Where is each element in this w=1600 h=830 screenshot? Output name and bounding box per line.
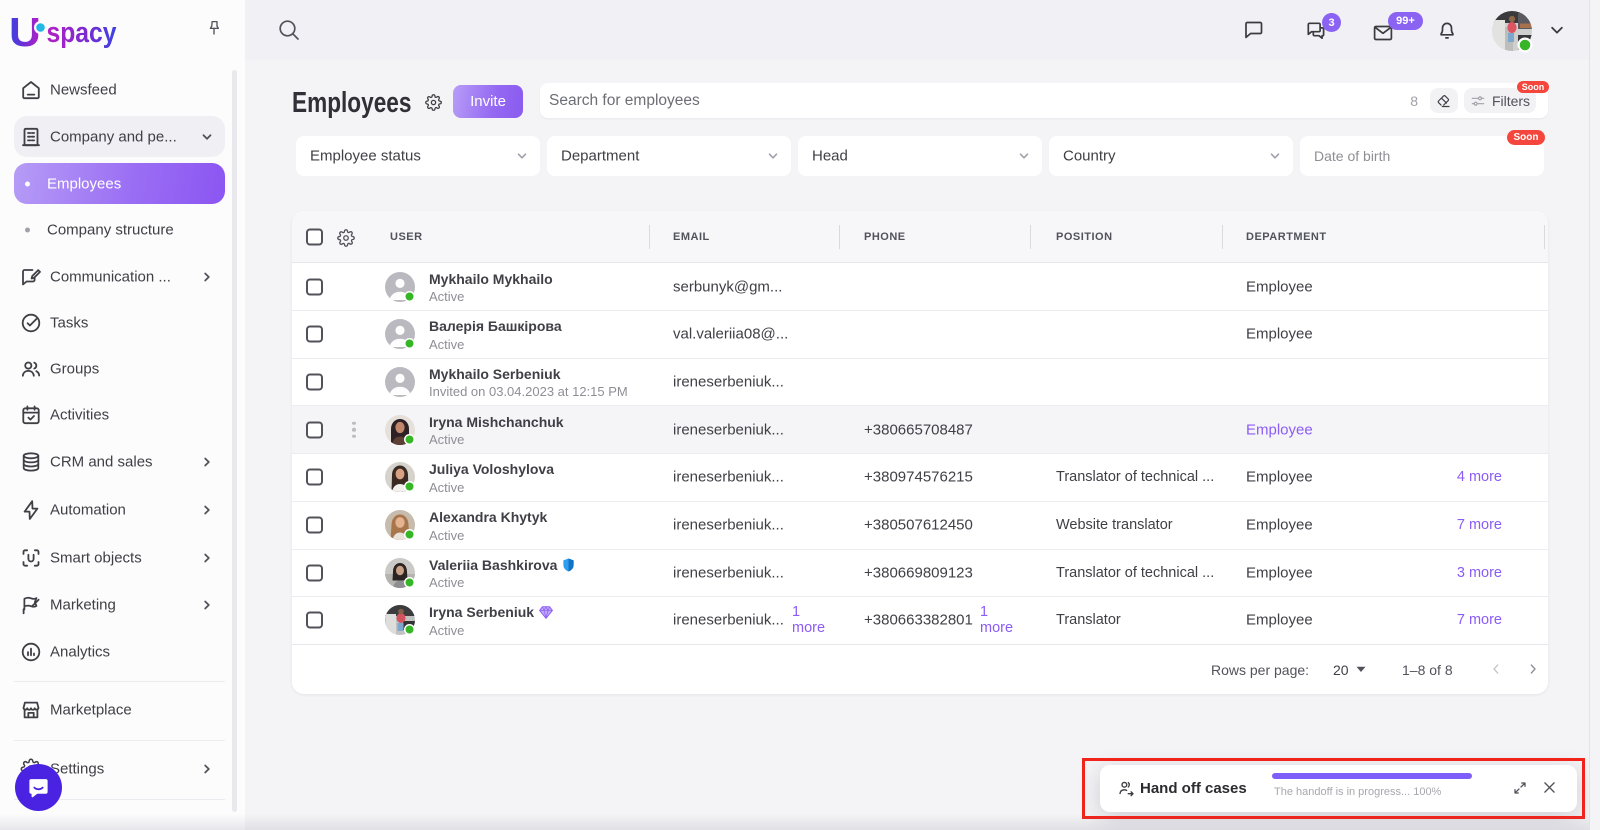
svg-text:spacy: spacy — [47, 17, 117, 49]
